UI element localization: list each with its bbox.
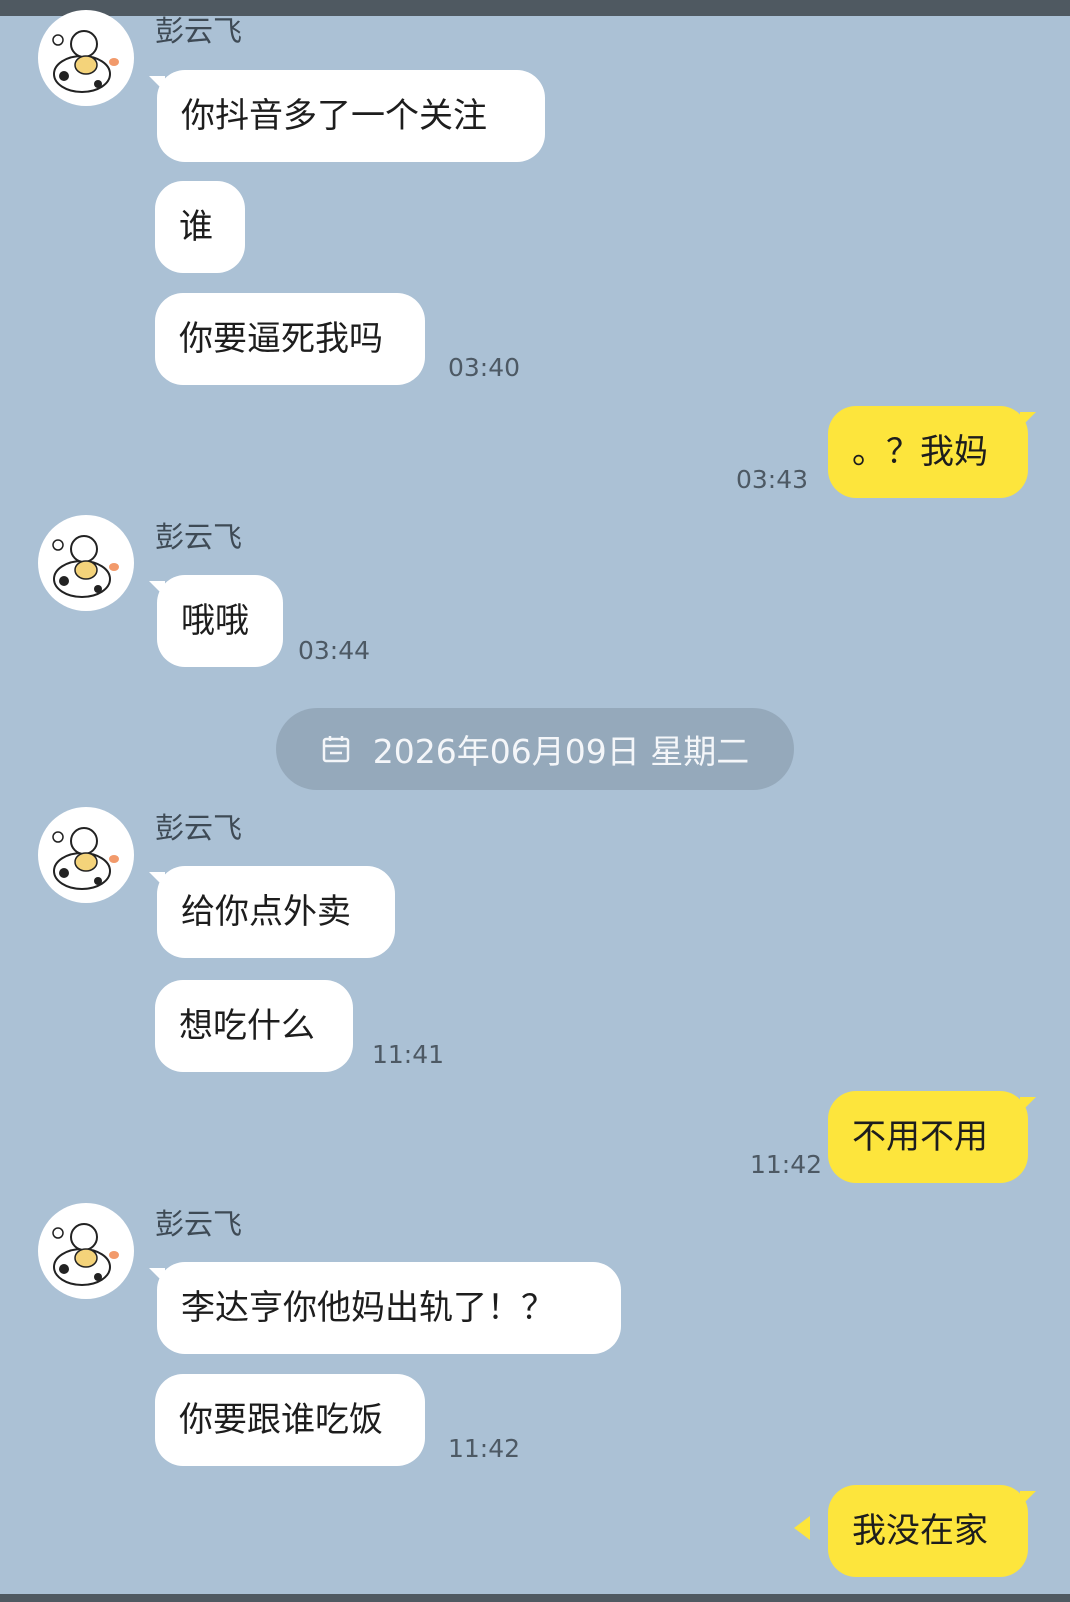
message-bubble[interactable]: 哦哦 [149, 575, 283, 667]
message-text: 哦哦 [181, 601, 249, 641]
cartoon-cow-avatar-icon [52, 535, 119, 598]
message-timestamp: 03:44 [298, 636, 371, 665]
sender-name: 彭云飞 [155, 1207, 243, 1241]
outgoing-message-bubble[interactable]: 不用不用 [828, 1091, 1036, 1183]
message-timestamp: 11:41 [372, 1040, 445, 1069]
message-bubble[interactable]: 你要跟谁吃饭 [155, 1374, 425, 1466]
message-timestamp: 11:42 [448, 1434, 521, 1463]
message-bubble[interactable]: 想吃什么 [155, 980, 353, 1072]
message-text: 李达亨你他妈出轨了！？ [181, 1288, 555, 1328]
message-bubble[interactable]: 李达亨你他妈出轨了！？ [149, 1262, 621, 1354]
message-text: 给你点外卖 [181, 892, 351, 932]
message-text: 我没在家 [852, 1511, 988, 1551]
message-text: 你要跟谁吃饭 [179, 1400, 383, 1440]
cartoon-cow-avatar-icon [52, 827, 119, 890]
message-timestamp: 11:42 [750, 1150, 823, 1179]
message-text: 你抖音多了一个关注 [181, 96, 487, 136]
message-bubble[interactable]: 你抖音多了一个关注 [149, 70, 545, 162]
message-bubble[interactable]: 给你点外卖 [149, 866, 395, 958]
contact-avatar[interactable] [38, 1203, 134, 1299]
sender-name: 彭云飞 [155, 520, 243, 554]
date-divider-label: 2026年06月09日 星期二 [372, 732, 750, 771]
bottom-bar [0, 1594, 1070, 1602]
contact-avatar[interactable] [38, 515, 134, 611]
message-text: 谁 [179, 207, 213, 247]
cartoon-cow-avatar-icon [52, 1223, 119, 1286]
message-bubble[interactable]: 你要逼死我吗 [155, 293, 425, 385]
cartoon-cow-avatar-icon [52, 30, 119, 93]
calendar-icon [322, 736, 350, 763]
contact-avatar[interactable] [38, 10, 134, 106]
contact-avatar[interactable] [38, 807, 134, 903]
message-text: 。？我妈 [852, 432, 988, 472]
send-indicator-icon [794, 1516, 810, 1540]
outgoing-message-bubble[interactable]: 我没在家 [828, 1485, 1036, 1577]
message-bubble[interactable]: 谁 [155, 181, 245, 273]
message-text: 想吃什么 [179, 1006, 315, 1046]
message-text: 不用不用 [852, 1117, 988, 1157]
message-timestamp: 03:40 [448, 353, 521, 382]
date-divider: 2026年06月09日 星期二 [276, 708, 794, 790]
message-timestamp: 03:43 [736, 465, 809, 494]
sender-name: 彭云飞 [155, 14, 243, 48]
outgoing-message-bubble[interactable]: 。？我妈 [828, 406, 1036, 498]
sender-name: 彭云飞 [155, 811, 243, 845]
message-text: 你要逼死我吗 [179, 319, 383, 359]
